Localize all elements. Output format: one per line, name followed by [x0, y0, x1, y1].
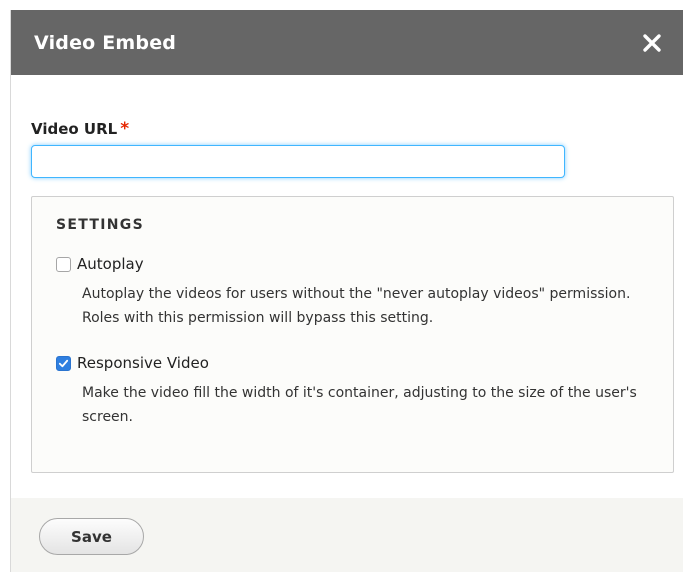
dialog-titlebar: Video Embed	[11, 10, 683, 75]
close-icon	[643, 33, 661, 52]
autoplay-row: Autoplay	[56, 255, 662, 273]
dialog-title: Video Embed	[34, 31, 177, 54]
video-url-label: Video URL *	[31, 119, 129, 139]
autoplay-checkbox[interactable]	[56, 256, 71, 272]
autoplay-label[interactable]: Autoplay	[77, 255, 144, 273]
close-button[interactable]	[640, 31, 664, 55]
responsive-video-label[interactable]: Responsive Video	[77, 354, 209, 372]
dialog-footer: Save	[11, 498, 683, 572]
responsive-video-description: Make the video fill the width of it's co…	[82, 385, 637, 425]
autoplay-description: Autoplay the videos for users without th…	[82, 286, 631, 326]
video-embed-dialog: Video Embed Video URL * SETTINGS Autoplay…	[10, 10, 683, 572]
dialog-body: Video URL * SETTINGS Autoplay Autoplay th…	[11, 75, 683, 498]
responsive-video-checkbox[interactable]	[56, 355, 71, 371]
settings-legend: SETTINGS	[56, 217, 144, 233]
required-mark: *	[120, 119, 130, 139]
checkmark-icon	[58, 359, 69, 367]
save-button[interactable]: Save	[39, 518, 144, 555]
settings-fieldset: SETTINGS Autoplay Autoplay the videos fo…	[31, 196, 674, 473]
responsive-video-option: Responsive Video Make the video fill the…	[56, 354, 662, 429]
video-url-input[interactable]	[31, 145, 565, 178]
video-url-label-text: Video URL	[31, 120, 118, 138]
autoplay-option: Autoplay Autoplay the videos for users w…	[56, 255, 662, 330]
responsive-video-row: Responsive Video	[56, 354, 662, 372]
